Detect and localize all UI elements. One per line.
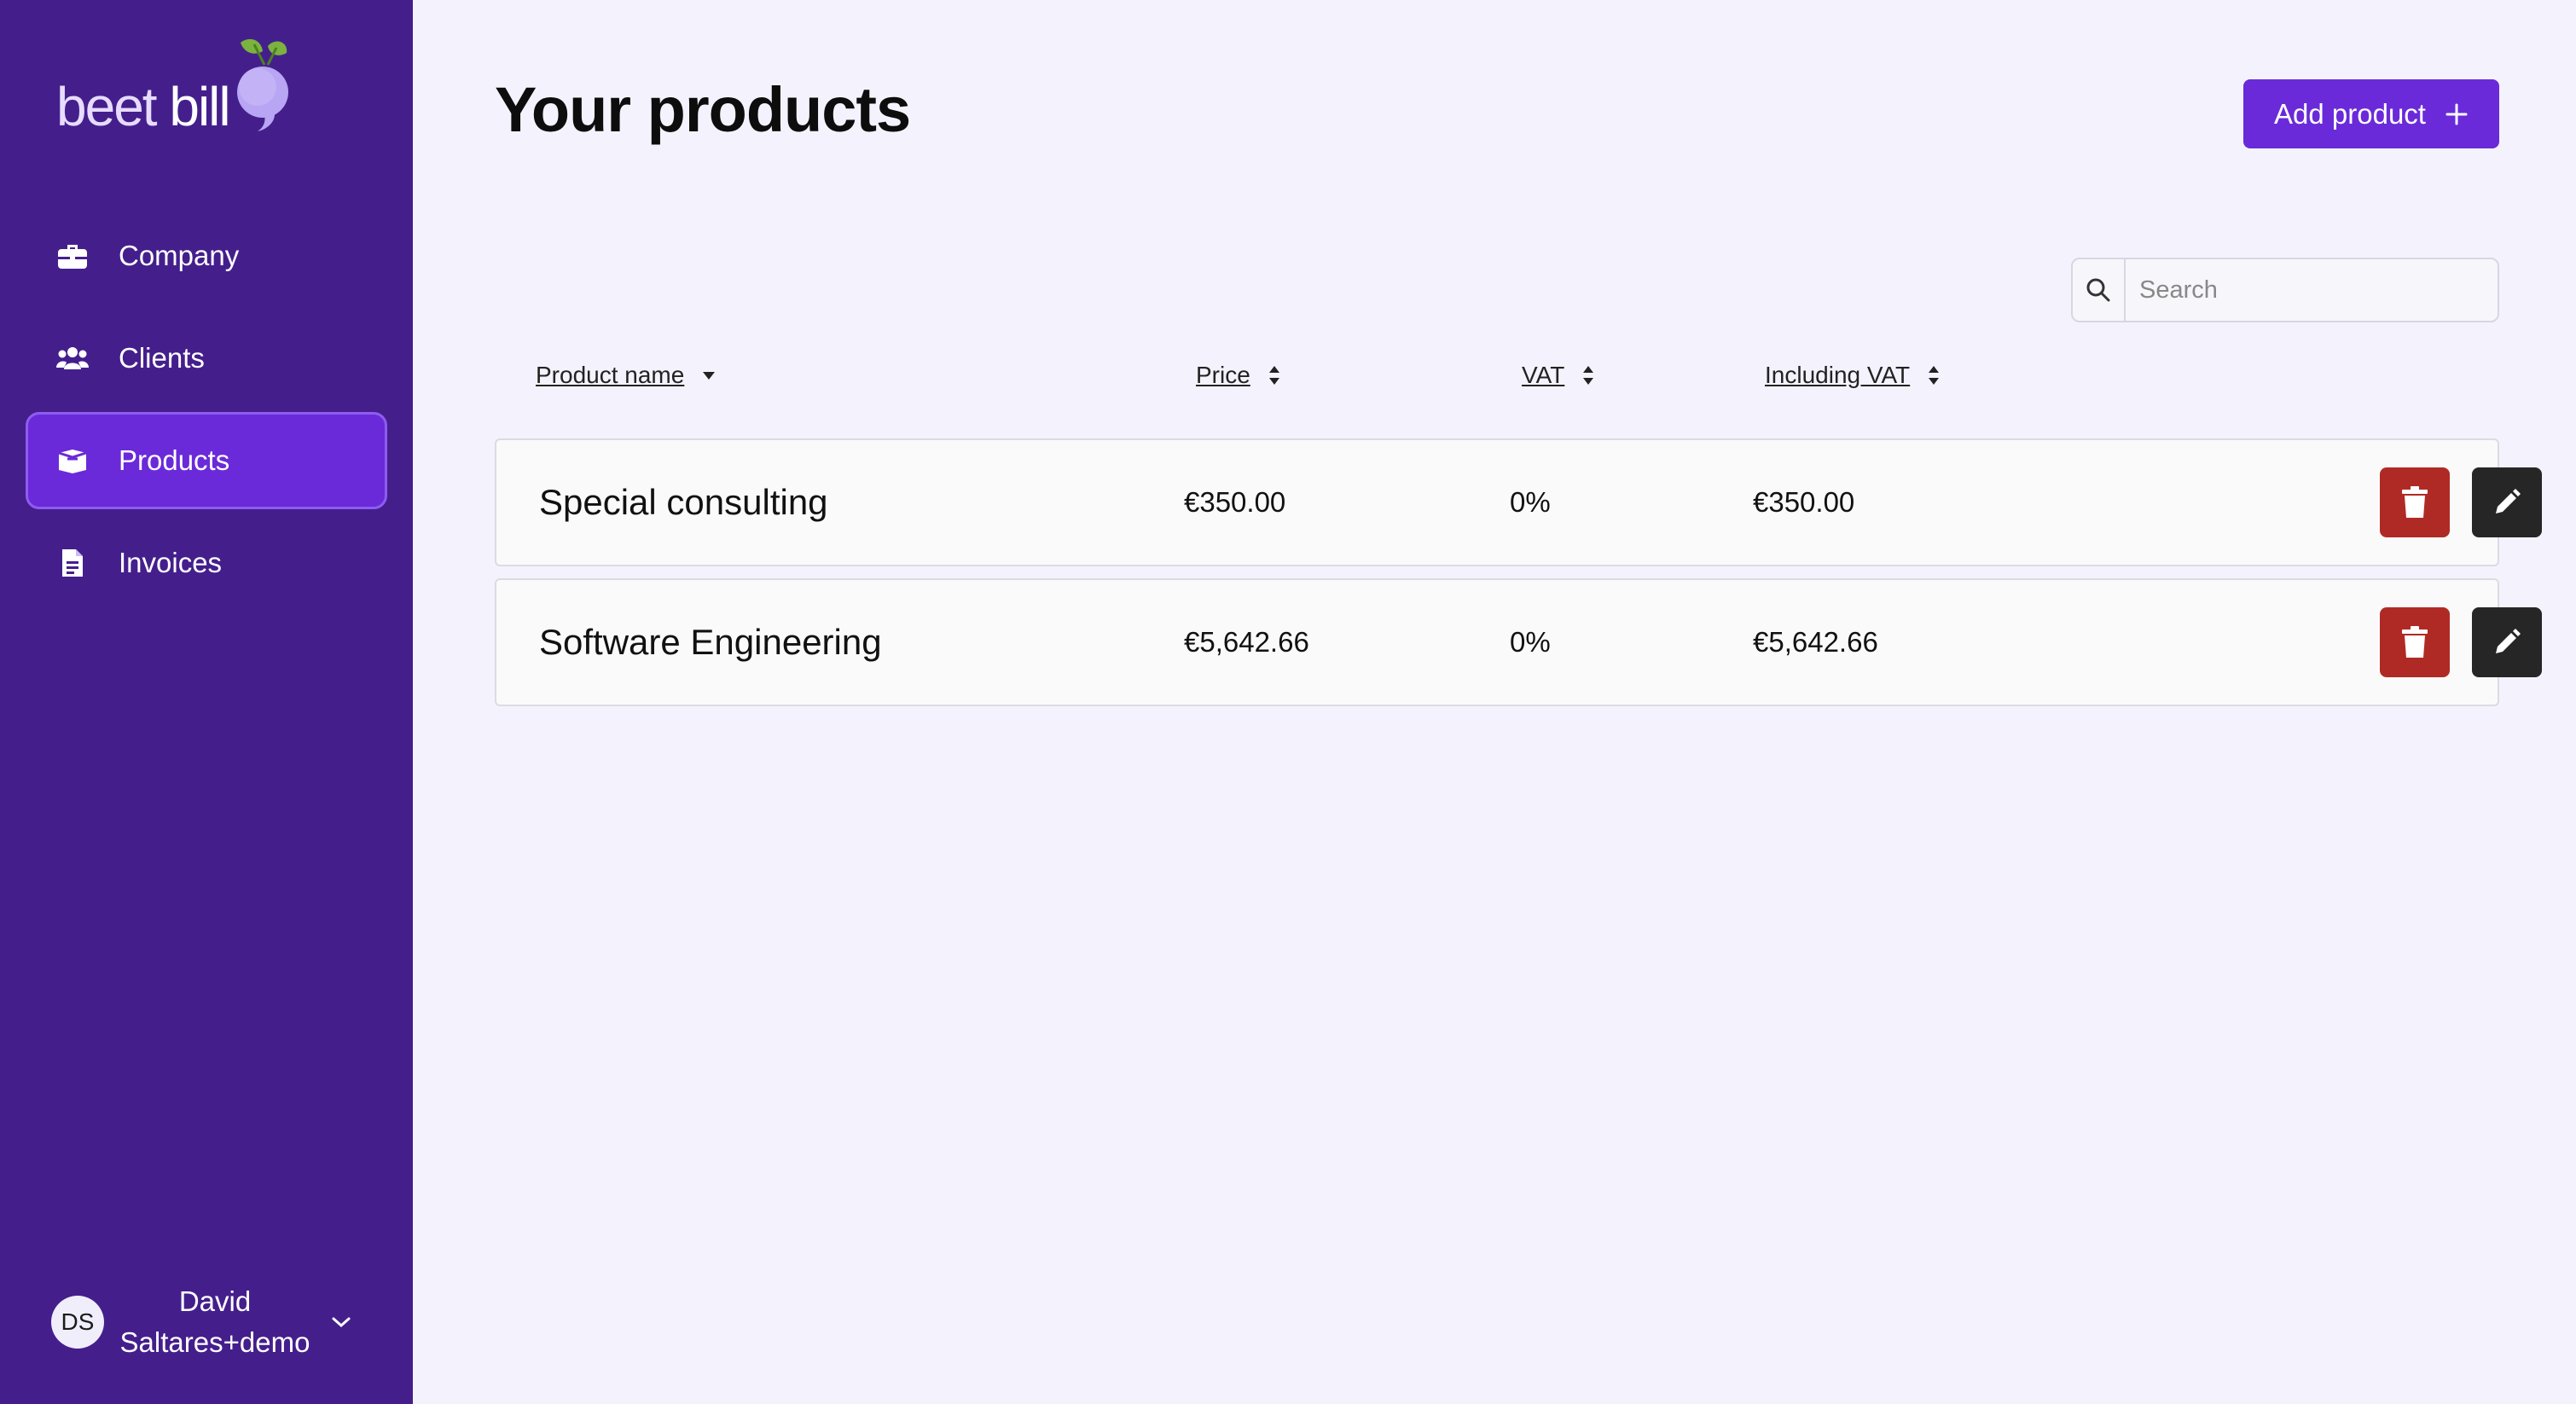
delete-button[interactable] xyxy=(2380,607,2450,677)
trash-icon xyxy=(2402,626,2428,658)
trash-icon xyxy=(2402,486,2428,518)
sidebar-nav: Company Clients Products Invoices xyxy=(26,207,387,617)
table-row: Special consulting €350.00 0% €350.00 xyxy=(495,438,2542,566)
beetbill-logo[interactable]: beet bill xyxy=(56,36,304,138)
table-header: Product name Price VAT Including VAT xyxy=(413,362,2576,399)
product-including-vat: €5,642.66 xyxy=(1753,626,1878,658)
product-vat: 0% xyxy=(1510,486,1551,518)
sidebar-item-company[interactable]: Company xyxy=(26,207,387,305)
edit-button[interactable] xyxy=(2472,467,2542,537)
column-header-label: Including VAT xyxy=(1765,362,1911,388)
sort-price[interactable]: Price xyxy=(1196,362,1281,389)
edit-button[interactable] xyxy=(2472,607,2542,677)
sidebar: beet bill Company Clients Products Invoi… xyxy=(0,0,413,1404)
search-box xyxy=(2071,258,2499,322)
sort-icon xyxy=(1929,366,1940,385)
plus-icon xyxy=(2445,103,2468,125)
column-header-label: Price xyxy=(1196,362,1250,388)
column-header-label: VAT xyxy=(1522,362,1565,388)
sort-product-name[interactable]: Product name xyxy=(536,362,717,389)
search-icon[interactable] xyxy=(2073,259,2126,321)
sidebar-item-clients[interactable]: Clients xyxy=(26,310,387,407)
product-price: €5,642.66 xyxy=(1184,626,1309,658)
sort-icon xyxy=(1268,366,1279,385)
product-list: Special consulting €350.00 0% €350.00 So… xyxy=(495,438,2542,718)
main-content: Your products Add product Product name P… xyxy=(413,0,2576,1404)
sort-vat[interactable]: VAT xyxy=(1522,362,1595,389)
product-name: Special consulting xyxy=(539,482,828,522)
briefcase-icon xyxy=(55,239,90,273)
box-icon xyxy=(55,444,90,478)
column-header-label: Product name xyxy=(536,362,685,388)
product-including-vat: €350.00 xyxy=(1753,486,1855,518)
beet-logo-icon xyxy=(237,38,288,131)
add-product-label: Add product xyxy=(2274,97,2426,130)
logo-text: beet bill xyxy=(56,76,231,137)
search-input[interactable] xyxy=(2126,259,2498,321)
add-product-button[interactable]: Add product xyxy=(2243,79,2499,148)
pencil-icon xyxy=(2496,629,2521,653)
sort-including-vat[interactable]: Including VAT xyxy=(1765,362,1941,389)
avatar: DS xyxy=(51,1296,104,1349)
sidebar-item-label: Clients xyxy=(119,342,205,374)
product-vat: 0% xyxy=(1510,626,1551,658)
delete-button[interactable] xyxy=(2380,467,2450,537)
sidebar-item-invoices[interactable]: Invoices xyxy=(26,514,387,612)
page-title: Your products xyxy=(495,74,911,145)
product-name: Software Engineering xyxy=(539,622,882,662)
users-icon xyxy=(55,341,90,375)
product-price: €350.00 xyxy=(1184,486,1286,518)
sidebar-item-label: Invoices xyxy=(119,547,223,578)
user-name: David Saltares+demo xyxy=(119,1285,310,1358)
document-icon xyxy=(55,546,90,580)
pencil-icon xyxy=(2496,489,2521,513)
table-row: Software Engineering €5,642.66 0% €5,642… xyxy=(495,578,2542,706)
sidebar-item-label: Products xyxy=(119,444,230,476)
sort-icon xyxy=(1583,366,1594,385)
sidebar-item-products[interactable]: Products xyxy=(26,412,387,509)
sidebar-item-label: Company xyxy=(119,240,240,271)
user-menu[interactable]: DS David Saltares+demo xyxy=(51,1279,375,1365)
sort-desc-icon xyxy=(703,372,716,380)
chevron-down-icon[interactable] xyxy=(326,1315,357,1329)
